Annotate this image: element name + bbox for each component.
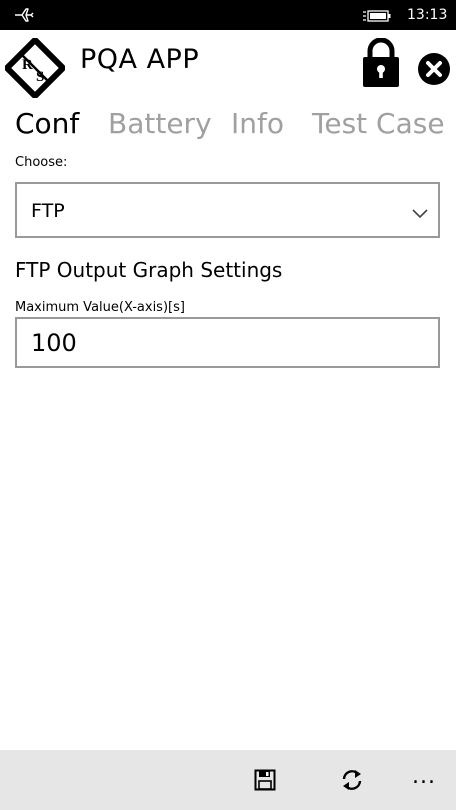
max-value-label: Maximum Value(X-axis)[s] (15, 300, 185, 315)
sync-icon[interactable] (340, 768, 364, 796)
rohde-schwarz-logo-icon: R S (2, 35, 68, 102)
tab-conf[interactable]: Conf (15, 107, 79, 140)
tab-test-case[interactable]: Test Case (312, 107, 445, 140)
choose-selected-value: FTP (31, 200, 65, 222)
choose-dropdown[interactable]: FTP (15, 182, 440, 238)
app-bar: ... (0, 750, 456, 810)
svg-text:R: R (22, 57, 33, 73)
airplane-icon (14, 7, 34, 27)
app-title: PQA APP (80, 44, 200, 75)
close-icon[interactable] (417, 52, 451, 90)
app-header: R S PQA APP (0, 30, 456, 102)
pivot-tabs: Conf Battery Info Test Case (0, 107, 456, 147)
save-icon[interactable] (254, 769, 276, 795)
status-bar: 13:13 (0, 0, 456, 30)
max-value-input[interactable] (15, 317, 440, 368)
choose-label: Choose: (15, 155, 68, 170)
battery-charging-icon (362, 8, 392, 27)
tab-info[interactable]: Info (231, 107, 284, 140)
svg-text:S: S (36, 69, 44, 85)
chevron-down-icon (412, 204, 428, 223)
lock-icon[interactable] (361, 37, 401, 92)
tab-battery[interactable]: Battery (108, 107, 212, 140)
section-title: FTP Output Graph Settings (15, 258, 283, 282)
status-time: 13:13 (407, 7, 448, 23)
more-options-button[interactable]: ... (412, 764, 436, 789)
